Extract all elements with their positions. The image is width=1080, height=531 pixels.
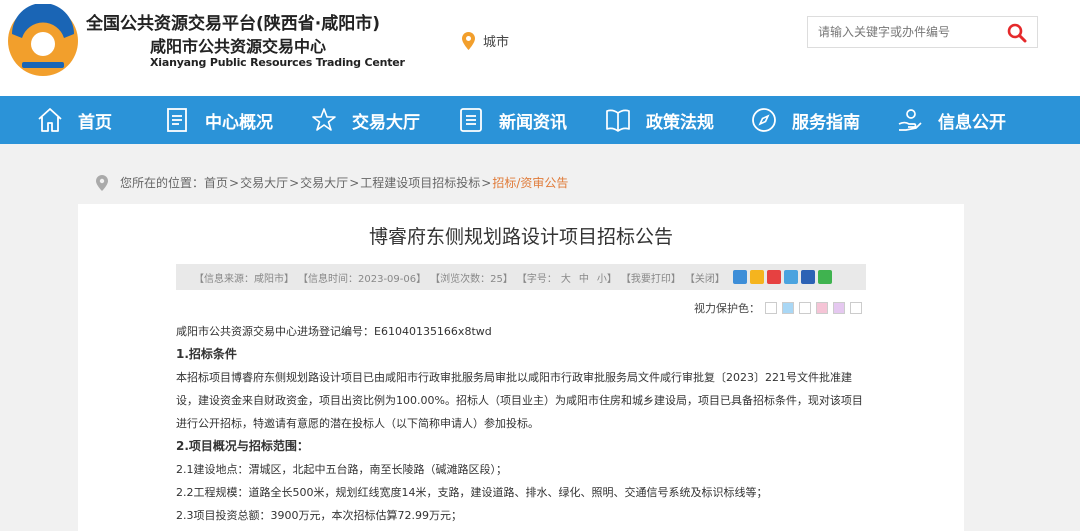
nav-label: 新闻资讯 <box>499 112 567 133</box>
share-plus-icon[interactable] <box>732 270 747 284</box>
font-size-medium[interactable]: 中 <box>579 270 589 285</box>
meta-views: 【浏览次数：25】 <box>430 273 513 285</box>
meta-source: 【信息来源：咸阳市】 <box>194 273 294 285</box>
eye-color-swatch[interactable] <box>850 302 862 314</box>
breadcrumb-current: 招标/资审公告 <box>492 176 569 190</box>
share-buttons <box>732 270 832 284</box>
nav-item-trading-hall[interactable]: 交易大厅 <box>310 96 420 144</box>
document-icon <box>167 108 187 132</box>
meta-font-label: 【字号： <box>516 273 557 285</box>
section-heading: 1.招标条件 <box>176 347 237 361</box>
nav-label: 交易大厅 <box>352 112 420 133</box>
paragraph: 本招标项目博睿府东侧规划路设计项目已由咸阳市行政审批服务局审批以咸阳市行政审批服… <box>176 371 863 430</box>
eye-color-swatch[interactable] <box>816 302 828 314</box>
breadcrumb-link-home[interactable]: 首页 <box>204 174 228 191</box>
eye-color-swatch[interactable] <box>782 302 794 314</box>
nav-label: 政策法规 <box>646 112 714 133</box>
nav-item-service-guide[interactable]: 服务指南 <box>750 96 860 144</box>
nav-label: 首页 <box>78 112 112 133</box>
breadcrumb: 您所在的位置： 首页 > 交易大厅 > 交易大厅 > 工程建设项目招标投标 > … <box>96 174 568 191</box>
nav-label: 服务指南 <box>792 112 860 133</box>
logo-icon <box>8 4 78 76</box>
compass-icon <box>752 108 776 132</box>
share-wechat-icon[interactable] <box>817 270 832 284</box>
nav-item-home[interactable]: 首页 <box>36 96 112 144</box>
breadcrumb-separator: > <box>349 175 360 190</box>
eye-color-swatch[interactable] <box>833 302 845 314</box>
font-size-small[interactable]: 小】 <box>597 270 617 285</box>
share-tencent-icon[interactable] <box>783 270 798 284</box>
section-heading: 2.项目概况与招标范围： <box>176 439 309 453</box>
share-weibo-icon[interactable] <box>766 270 781 284</box>
main-nav: 首页 中心概况 交易大厅 新闻资讯 政策法规 服务指南 信息公开 <box>0 96 1080 144</box>
paragraph: 2.1建设地点：渭城区，北起中五台路，南至长陵路（碱滩路区段）； <box>176 463 507 476</box>
city-selector[interactable]: 城市 <box>462 31 509 50</box>
site-english-name: Xianyang Public Resources Trading Center <box>150 56 405 69</box>
site-header: 全国公共资源交易平台(陕西省·咸阳市) 咸阳市公共资源交易中心 Xianyang… <box>0 0 1080 96</box>
nav-item-center-overview[interactable]: 中心概况 <box>163 96 273 144</box>
nav-item-info-disclosure[interactable]: 信息公开 <box>896 96 1006 144</box>
meta-time: 【信息时间：2023-09-06】 <box>298 273 427 285</box>
nav-item-news[interactable]: 新闻资讯 <box>457 96 567 144</box>
site-title: 全国公共资源交易平台(陕西省·咸阳市) <box>86 14 380 34</box>
share-renren-icon[interactable] <box>800 270 815 284</box>
location-pin-icon <box>462 31 475 50</box>
article-meta-bar: 【信息来源：咸阳市】 【信息时间：2023-09-06】 【浏览次数：25】 【… <box>176 264 866 290</box>
list-icon <box>460 108 482 132</box>
eye-protection-label: 视力保护色： <box>694 302 760 315</box>
breadcrumb-link-trading-hall-2[interactable]: 交易大厅 <box>300 174 348 191</box>
print-link[interactable]: 【我要打印】 <box>621 270 681 285</box>
star-icon <box>312 108 336 131</box>
site-subtitle: 咸阳市公共资源交易中心 <box>150 37 327 56</box>
nav-label: 信息公开 <box>938 112 1006 133</box>
location-pin-icon <box>96 174 108 191</box>
eye-color-swatch[interactable] <box>799 302 811 314</box>
share-qzone-icon[interactable] <box>749 270 764 284</box>
city-label: 城市 <box>483 35 510 50</box>
article-panel: 博睿府东侧规划路设计项目招标公告 【信息来源：咸阳市】 【信息时间：2023-0… <box>78 204 964 531</box>
search-icon[interactable] <box>1007 23 1027 43</box>
breadcrumb-link-trading-hall[interactable]: 交易大厅 <box>240 174 288 191</box>
book-icon <box>606 109 630 132</box>
nav-item-policy[interactable]: 政策法规 <box>604 96 714 144</box>
font-size-large[interactable]: 大 <box>561 270 571 285</box>
close-link[interactable]: 【关闭】 <box>685 270 725 285</box>
home-icon <box>38 108 62 132</box>
search-input[interactable] <box>808 17 998 47</box>
breadcrumb-separator: > <box>289 175 300 190</box>
article-body: 咸阳市公共资源交易中心进场登记编号：E61040135166x8twd 1.招标… <box>176 320 866 527</box>
article-title: 博睿府东侧规划路设计项目招标公告 <box>368 226 673 248</box>
breadcrumb-separator: > <box>229 175 240 190</box>
breadcrumb-separator: > <box>481 175 492 190</box>
paragraph: 2.3项目投资总额：3900万元，本次招标估算72.99万元； <box>176 509 462 522</box>
registration-number: 咸阳市公共资源交易中心进场登记编号：E61040135166x8twd <box>176 325 492 338</box>
eye-color-swatch[interactable] <box>765 302 777 314</box>
breadcrumb-link-engineering[interactable]: 工程建设项目招标投标 <box>360 174 480 191</box>
paragraph: 2.2工程规模：道路全长500米，规划红线宽度14米，支路，建设道路、排水、绿化… <box>176 486 768 499</box>
search-box <box>807 16 1038 48</box>
breadcrumb-prefix: 您所在的位置： <box>120 176 205 190</box>
eye-protection-colors: 视力保护色： <box>694 300 862 316</box>
nav-label: 中心概况 <box>205 112 273 133</box>
hand-icon <box>898 109 922 131</box>
